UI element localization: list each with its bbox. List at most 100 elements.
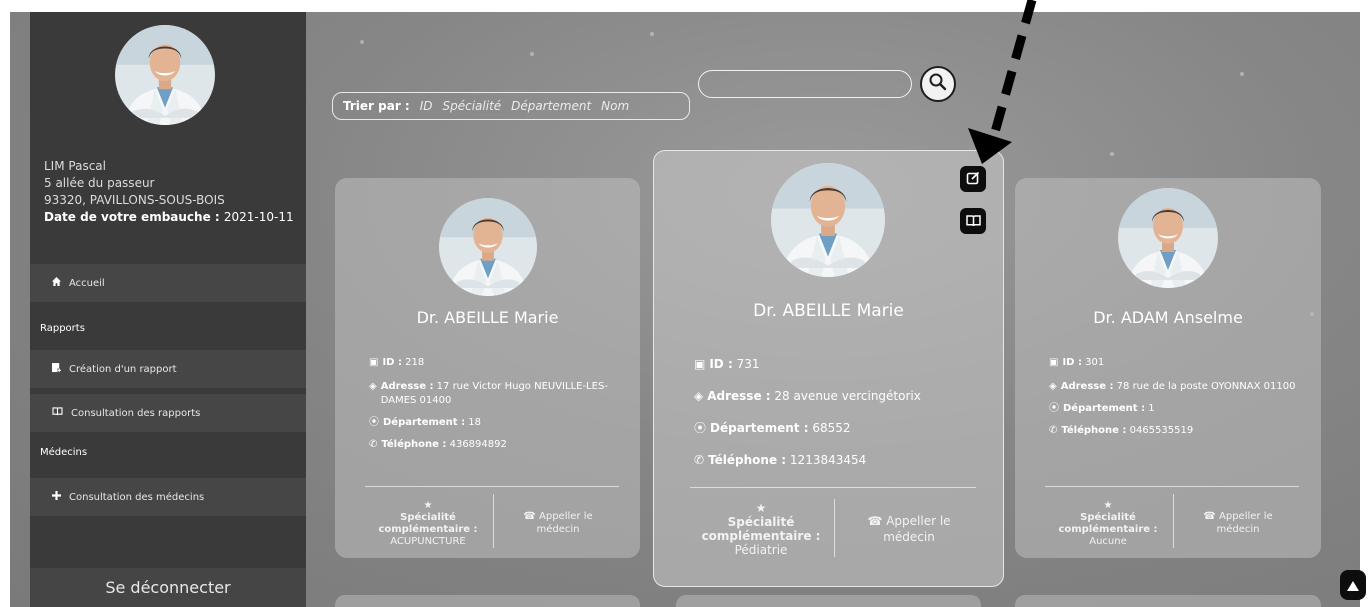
card-divider (690, 487, 976, 488)
doctor-id-label: ID : (382, 357, 402, 368)
map-pin-icon: ⦿ (369, 417, 379, 428)
sort-option-id[interactable]: ID (420, 99, 433, 113)
star-icon: ★ (755, 501, 767, 515)
sidebar: LIM Pascal 5 allée du passeur 93320, PAV… (30, 12, 306, 607)
doctor-card-partial[interactable] (1015, 595, 1321, 607)
arrow-up-icon (1347, 576, 1359, 595)
doctor-details: ▣ ID : 731 ◈ Adresse : 28 avenue vercing… (694, 356, 974, 468)
doctor-address-label: Adresse : (380, 381, 434, 392)
doctor-address-row: ◈ Adresse : 17 rue Victor Hugo NEUVILLE-… (369, 380, 619, 408)
phone-icon: ✆ (694, 453, 705, 467)
scroll-top-button[interactable] (1340, 570, 1366, 600)
doctor-address: 78 rue de la poste OYONNAX 01100 (1116, 381, 1296, 392)
nav-view-reports[interactable]: Consultation des rapports (30, 394, 306, 432)
doctor-dept-row: ⦿ Département : 1 (1049, 402, 1301, 416)
user-street: 5 allée du passeur (44, 176, 155, 190)
doctor-spec-value: Aucune (1089, 536, 1127, 547)
doctor-card[interactable]: Dr. ABEILLE Marie ▣ ID : 218 ◈ Adresse :… (335, 178, 640, 558)
doctor-id-label: ID : (709, 357, 733, 371)
hire-date-line: Date de votre embauche : 2021-10-11 (44, 209, 294, 226)
user-avatar (114, 24, 216, 126)
doctor-id: 218 (405, 357, 425, 368)
nav-home-label: Accueil (69, 277, 105, 289)
doctor-photo (771, 163, 885, 277)
sort-option-name[interactable]: Nom (601, 99, 629, 113)
book-open-icon (52, 407, 63, 419)
map-pin-icon: ⦿ (1049, 403, 1059, 414)
nav-view-doctors-label: Consultation des médecins (69, 491, 205, 503)
doctor-card-partial[interactable] (335, 595, 640, 607)
call-doctor-link[interactable]: ☎ Appeller le médecin (846, 513, 972, 545)
call-doctor-label: Appeller le médecin (883, 514, 951, 544)
doctor-address-row: ◈ Adresse : 28 avenue vercingétorix (694, 388, 974, 404)
sort-option-department[interactable]: Département (511, 99, 591, 113)
doctor-name: Dr. ADAM Anselme (1093, 308, 1243, 327)
doctor-id: 301 (1085, 357, 1105, 368)
doctor-details: ▣ ID : 218 ◈ Adresse : 17 rue Victor Hug… (369, 356, 619, 452)
nav-view-reports-label: Consultation des rapports (71, 407, 201, 419)
footer-divider (493, 494, 494, 548)
section-doctors: Médecins (40, 446, 88, 458)
doctor-spec-label: Spécialité complémentaire : (378, 512, 478, 535)
logout-button[interactable]: Se déconnecter (30, 568, 306, 607)
doctor-spec-label: Spécialité complémentaire : (1058, 512, 1158, 535)
nav-home[interactable]: Accueil (30, 264, 306, 302)
doctor-dept-label: Département : (383, 417, 466, 428)
doctor-phone-label: Téléphone : (381, 439, 447, 450)
doctor-address-row: ◈ Adresse : 78 rue de la poste OYONNAX 0… (1049, 380, 1301, 394)
home-icon (52, 277, 61, 289)
sort-option-specialty[interactable]: Spécialité (443, 99, 502, 113)
nav-create-report-label: Création d'un rapport (69, 363, 177, 375)
footer-divider (1173, 494, 1174, 548)
edit-button[interactable] (960, 166, 986, 192)
id-card-icon: ▣ (1049, 357, 1059, 368)
nav-create-report[interactable]: Création d'un rapport (30, 350, 306, 388)
doctor-dept-label: Département : (710, 421, 809, 435)
hire-date-value: 2021-10-11 (223, 210, 294, 224)
doctor-phone: 436894892 (449, 439, 507, 450)
phone-call-icon: ☎ (523, 511, 536, 522)
nav-view-doctors[interactable]: Consultation des médecins (30, 478, 306, 516)
map-pin-icon: ⦿ (694, 421, 707, 435)
sort-bar: Trier par : ID Spécialité Département No… (332, 92, 690, 120)
star-icon: ★ (423, 500, 433, 511)
doctor-phone: 0465535519 (1129, 425, 1194, 436)
phone-icon: ✆ (369, 439, 378, 450)
doctor-id-row: ▣ ID : 218 (369, 356, 619, 370)
section-reports: Rapports (40, 322, 85, 334)
search-button[interactable] (920, 66, 956, 102)
call-doctor-link[interactable]: ☎ Appeller le médecin (1183, 510, 1293, 536)
doctor-card-featured[interactable]: Dr. ABEILLE Marie ▣ ID : 731 ◈ Adresse :… (653, 150, 1004, 587)
doctor-card[interactable]: Dr. ADAM Anselme ▣ ID : 301 ◈ Adresse : … (1015, 178, 1321, 558)
doctor-phone-row: ✆ Téléphone : 0465535519 (1049, 424, 1301, 438)
location-diamond-icon: ◈ (694, 389, 704, 403)
doctor-name: Dr. ABEILLE Marie (753, 301, 904, 321)
id-card-icon: ▣ (369, 357, 379, 368)
book-icon (965, 212, 981, 231)
call-doctor-label: Appeller le médecin (1216, 511, 1273, 535)
search-input[interactable] (698, 70, 912, 98)
phone-call-icon: ☎ (1203, 511, 1216, 522)
doctor-id-row: ▣ ID : 301 (1049, 356, 1301, 370)
doctor-phone-label: Téléphone : (708, 453, 787, 467)
doctor-spec-value: Pédiatrie (734, 543, 788, 557)
doctor-dept: 1 (1148, 403, 1155, 414)
call-doctor-link[interactable]: ☎ Appeller le médecin (503, 510, 613, 536)
consult-button[interactable] (960, 208, 986, 234)
phone-call-icon: ☎ (867, 514, 883, 528)
doctor-photo (1118, 188, 1218, 288)
doctor-photo (439, 198, 537, 296)
star-icon: ★ (1103, 500, 1113, 511)
plus-icon (52, 491, 61, 503)
edit-icon (966, 170, 980, 189)
footer-divider (834, 499, 835, 557)
doctor-address: 28 avenue vercingétorix (774, 389, 921, 403)
doctor-dept-row: ⦿ Département : 68552 (694, 420, 974, 436)
phone-icon: ✆ (1049, 425, 1058, 436)
doctor-spec-value: ACUPUNCTURE (390, 536, 466, 547)
doctor-dept: 68552 (812, 421, 851, 435)
report-add-icon (52, 362, 61, 376)
doctor-card-partial[interactable] (676, 595, 981, 607)
location-diamond-icon: ◈ (369, 381, 377, 392)
doctor-id: 731 (736, 357, 760, 371)
